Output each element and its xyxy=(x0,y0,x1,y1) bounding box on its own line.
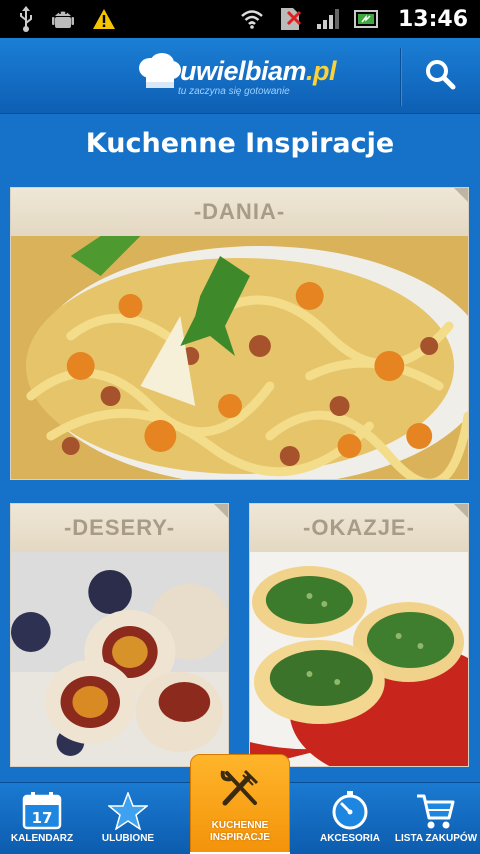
clock: 13:46 xyxy=(397,6,468,32)
tile-corner xyxy=(454,188,468,202)
nav-label: ULUBIONE xyxy=(101,833,155,844)
tile-label: -OKAZJE- xyxy=(250,504,468,552)
tile-corner xyxy=(214,504,228,518)
star-icon xyxy=(108,791,148,831)
chef-hat-icon xyxy=(136,52,182,97)
stuffed-shells-photo xyxy=(250,552,468,766)
app-logo[interactable]: uwielbiam.pl tu zaczyna się gotowanie xyxy=(136,52,346,102)
nav-item-akcesoria[interactable]: AKCESORIA xyxy=(314,783,386,854)
cart-icon xyxy=(415,791,457,831)
warning-icon xyxy=(92,8,116,30)
pasta-dish-photo xyxy=(11,236,468,479)
plum-dumplings-photo xyxy=(11,552,228,766)
logo-tagline: tu zaczyna się gotowanie xyxy=(178,86,290,97)
usb-icon xyxy=(18,6,34,32)
logo-tld: .pl xyxy=(306,56,337,86)
logo-main: uwielbiam xyxy=(180,56,307,86)
battery-icon xyxy=(353,8,380,30)
tile-label: -DESERY- xyxy=(11,504,228,552)
tile-label: -DANIA- xyxy=(11,188,468,236)
fork-knife-icon xyxy=(219,767,261,814)
header-divider xyxy=(400,48,402,106)
tile-dania[interactable]: -DANIA- xyxy=(10,187,469,480)
nav-label: LISTA ZAKUPÓW xyxy=(394,833,478,844)
calendar-day: 17 xyxy=(32,809,53,827)
search-button[interactable] xyxy=(410,48,470,104)
nav-item-lista-zakupow[interactable]: LISTA ZAKUPÓW xyxy=(392,783,480,854)
nav-label: KALENDARZ xyxy=(10,833,74,844)
page-title: Kuchenne Inspiracje xyxy=(85,128,395,159)
no-sim-icon xyxy=(278,6,302,32)
nav-item-ulubione[interactable]: ULUBIONE xyxy=(92,783,164,854)
signal-icon xyxy=(316,8,340,30)
tile-desery[interactable]: -DESERY- xyxy=(10,503,229,767)
search-icon xyxy=(424,58,456,95)
timer-icon xyxy=(330,791,370,831)
nav-item-kuchenne-inspiracje[interactable]: KUCHENNE INSPIRACJE xyxy=(190,754,290,854)
tile-okazje[interactable]: -OKAZJE- xyxy=(249,503,469,767)
status-bar: 13:46 xyxy=(0,0,480,38)
android-debug-icon xyxy=(52,7,74,31)
calendar-icon: 17 xyxy=(22,791,62,831)
logo-text: uwielbiam.pl xyxy=(180,56,337,87)
nav-item-kalendarz[interactable]: 17 KALENDARZ xyxy=(6,783,78,854)
tile-corner xyxy=(454,504,468,518)
wifi-icon xyxy=(240,9,264,29)
nav-label: KUCHENNE INSPIRACJE xyxy=(209,820,270,843)
nav-label: AKCESORIA xyxy=(319,833,380,844)
app-header: uwielbiam.pl tu zaczyna się gotowanie xyxy=(0,38,480,114)
